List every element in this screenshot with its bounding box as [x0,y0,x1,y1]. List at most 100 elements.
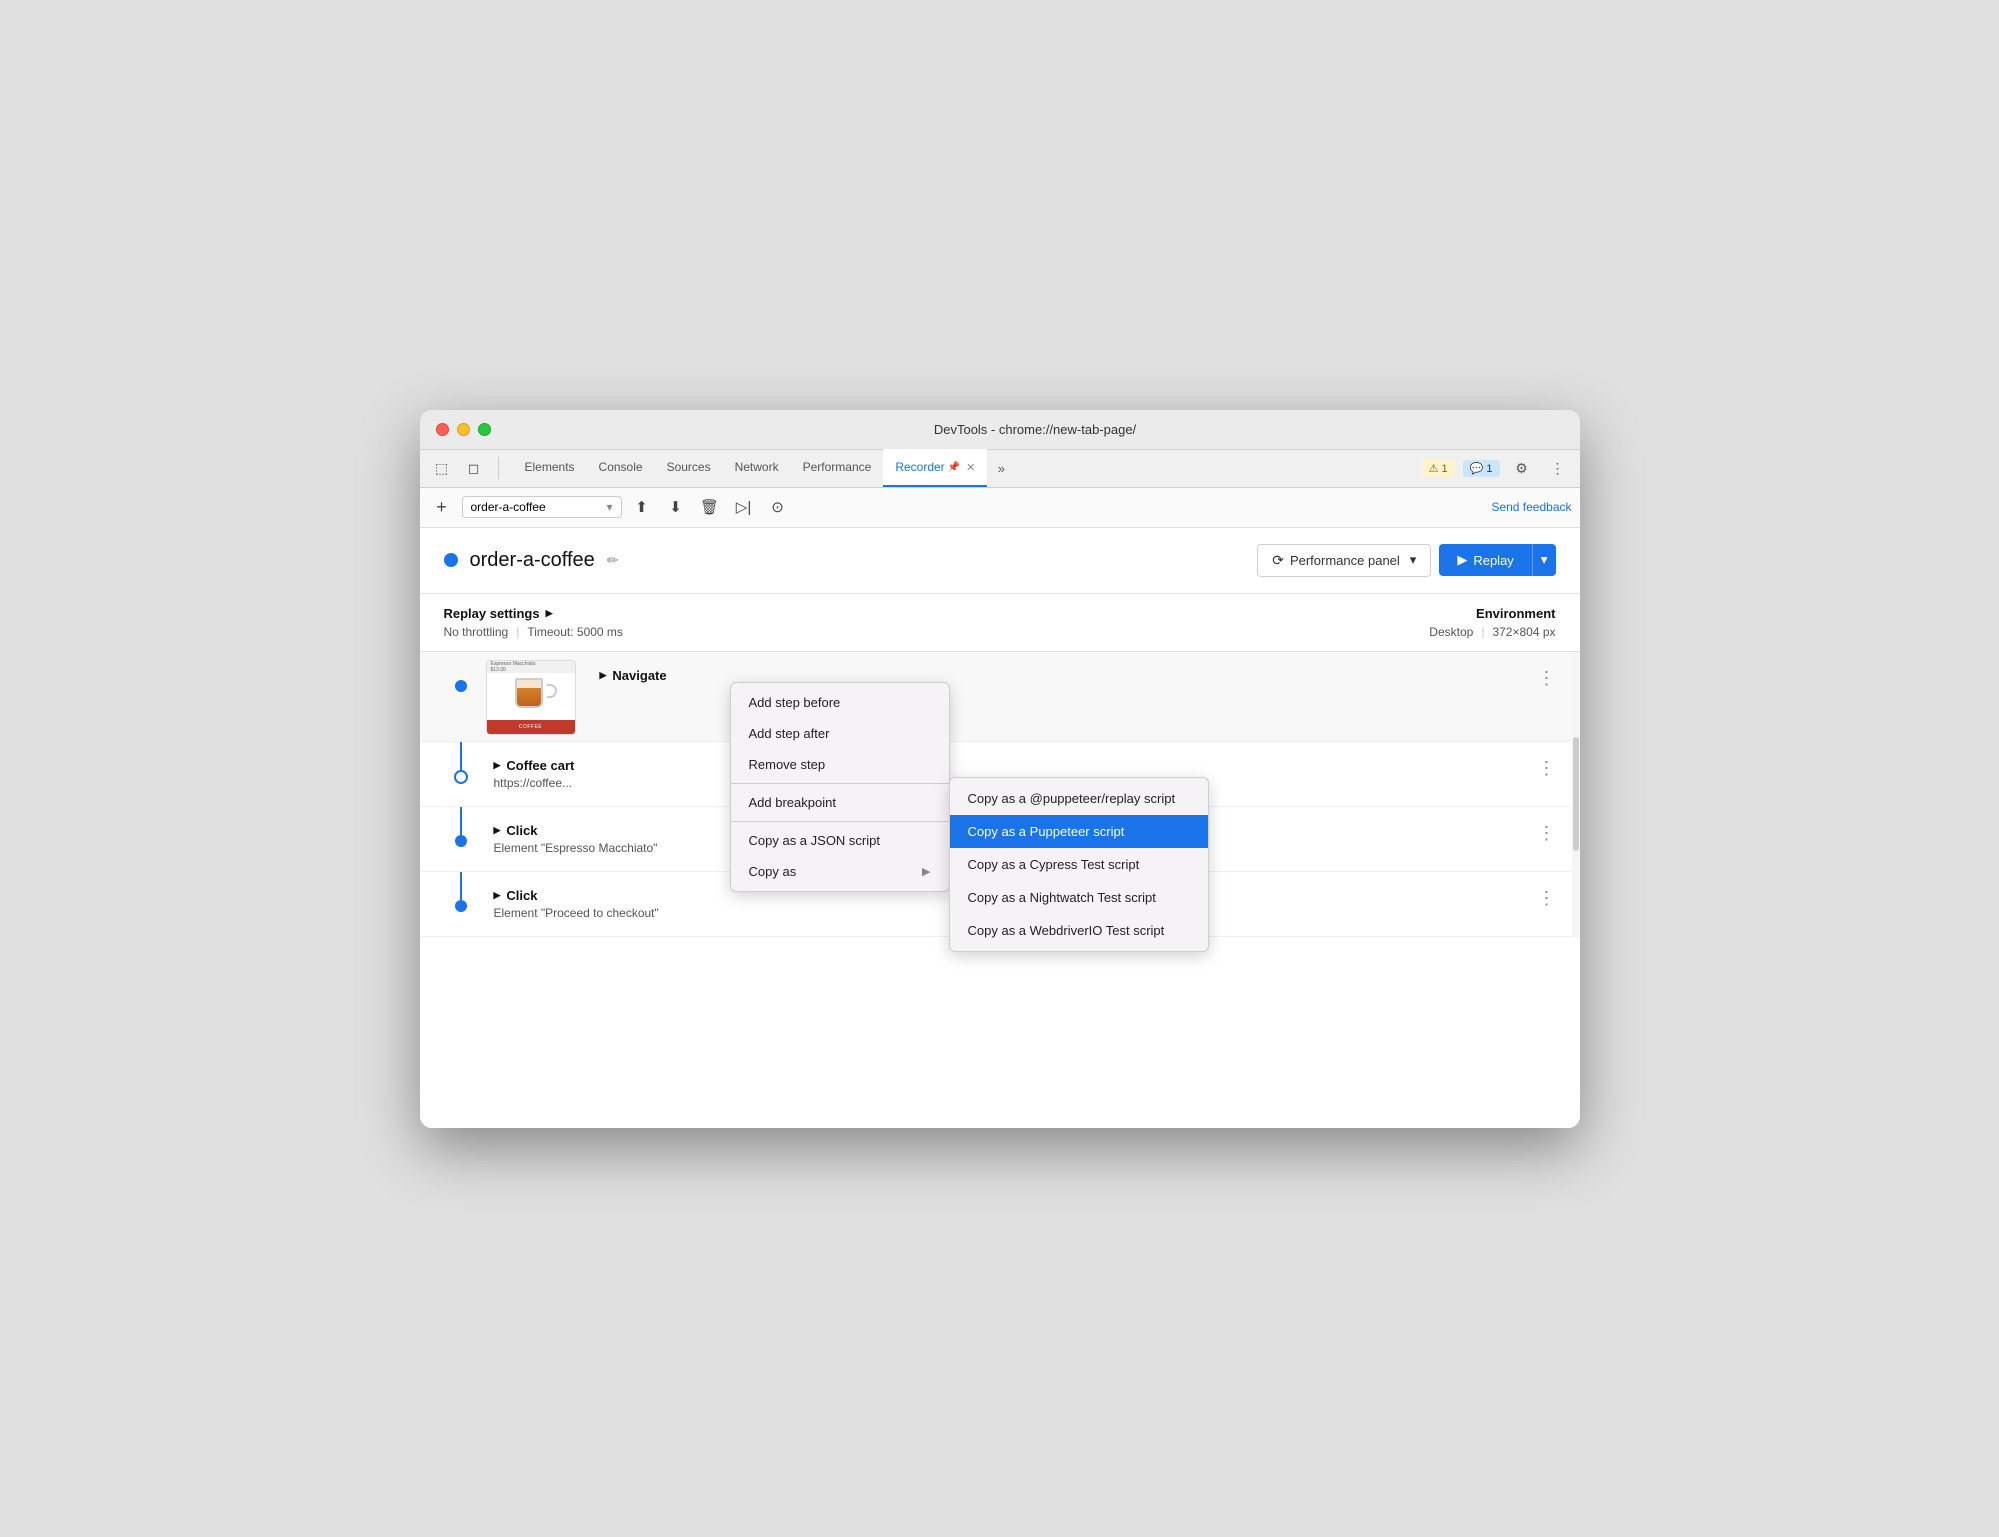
tab-network[interactable]: Network [723,449,791,487]
submenu-arrow-icon: ▶ [922,865,930,878]
ctx-copy-as[interactable]: Copy as ▶ [731,856,949,887]
tab-elements[interactable]: Elements [513,449,587,487]
header-actions: ⟳ Performance panel ▾ ▶ Replay ▾ [1257,544,1555,577]
recording-name-label: order-a-coffee [471,500,546,514]
recording-selector[interactable]: order-a-coffee ▾ [462,496,622,518]
replay-settings-title[interactable]: Replay settings ▶ [444,606,1430,621]
devtools-window: DevTools - chrome://new-tab-page/ ⬚ ◻ El… [420,410,1580,1128]
replay-play-icon: ▶ [1457,552,1467,568]
tab-sources[interactable]: Sources [655,449,723,487]
tab-performance[interactable]: Performance [791,449,884,487]
step-more-menu-btn-4[interactable]: ⋮ [1530,884,1564,913]
tab-bar-icons: ⬚ ◻ [428,454,505,482]
play-icon[interactable]: ▷| [730,493,758,521]
settings-expand-icon: ▶ [546,608,553,619]
maximize-button[interactable] [478,423,491,436]
recording-title: order-a-coffee [470,549,595,572]
more-tabs-icon[interactable]: » [987,454,1015,482]
replay-btn-group: ▶ Replay ▾ [1439,544,1555,576]
ctx-divider-1 [731,783,949,784]
add-recording-button[interactable]: + [428,493,456,521]
timeline-dot-navigate [455,680,467,692]
scrollbar[interactable] [1572,652,1580,937]
submenu-webdriverio[interactable]: Copy as a WebdriverIO Test script [950,914,1208,947]
perf-panel-dropdown-icon: ▾ [1410,552,1417,568]
timeline-dot-click-checkout [455,900,467,912]
timeline-dot-click-espresso [455,835,467,847]
ctx-add-breakpoint[interactable]: Add breakpoint [731,787,949,818]
timeline-line-top [460,807,462,835]
timeline-line-top [460,742,462,770]
screenshot-body [487,673,575,720]
window-title: DevTools - chrome://new-tab-page/ [507,422,1564,437]
step-more-menu-btn[interactable]: ⋮ [1530,664,1564,693]
info-badge[interactable]: 💬 1 [1463,460,1500,477]
context-menu: Add step before Add step after Remove st… [730,682,950,892]
step-timeline-coffee-cart [436,742,486,784]
minimize-button[interactable] [457,423,470,436]
step-expand-icon: ▶ [494,890,501,901]
tab-divider [498,457,499,479]
screenshot-price: Espresso Macchiato$13.00 [491,661,536,673]
performance-panel-button[interactable]: ⟳ Performance panel ▾ [1257,544,1431,577]
settings-left: Replay settings ▶ No throttling | Timeou… [444,606,1430,639]
scrollbar-thumb[interactable] [1573,737,1579,851]
tab-recorder[interactable]: Recorder 📌 ✕ [883,449,987,487]
step-label-coffee-cart[interactable]: ▶ Coffee cart [494,758,1522,773]
step-row-navigate: Espresso Macchiato$13.00 [420,652,1580,742]
submenu-nightwatch[interactable]: Copy as a Nightwatch Test script [950,881,1208,914]
step-label-navigate[interactable]: ▶ Navigate [600,668,1522,683]
submenu-copy-as: Copy as a @puppeteer/replay script Copy … [949,777,1209,952]
settings-details: No throttling | Timeout: 5000 ms [444,625,1430,639]
title-bar: DevTools - chrome://new-tab-page/ [420,410,1580,450]
device-icon[interactable]: ◻ [460,454,488,482]
tab-close-icon[interactable]: ✕ [966,461,975,474]
settings-icon[interactable]: ⚙ [1508,454,1536,482]
tab-console[interactable]: Console [587,449,655,487]
export-icon[interactable]: ⬆ [628,493,656,521]
step-more-menu-btn-2[interactable]: ⋮ [1530,754,1564,783]
ctx-add-step-before[interactable]: Add step before [731,687,949,718]
send-feedback-link[interactable]: Send feedback [1491,500,1571,514]
step-timeline-click-checkout [436,872,486,912]
submenu-puppeteer[interactable]: Copy as a Puppeteer script [950,815,1208,848]
recorder-pin-icon: 📌 [948,462,960,473]
toolbar-actions: ⬆ ⬇ 🗑 ▷| ⊙ [628,493,792,521]
recording-status-dot [444,553,458,567]
ctx-copy-json[interactable]: Copy as a JSON script [731,825,949,856]
step-expand-icon: ▶ [494,760,501,771]
traffic-lights [436,423,491,436]
tab-bar: ⬚ ◻ Elements Console Sources Network P [420,450,1580,488]
dropdown-chevron-icon: ▾ [606,500,612,514]
settings-right: Environment Desktop | 372×804 px [1429,606,1555,639]
inspect-icon[interactable]: ⬚ [428,454,456,482]
replay-button[interactable]: ▶ Replay [1439,544,1531,576]
step-timeline-click-espresso [436,807,486,847]
env-details: Desktop | 372×804 px [1429,625,1555,639]
delete-icon[interactable]: 🗑 [696,493,724,521]
tab-overflow: ⚠ 1 💬 1 ⚙ ⋮ [1422,454,1572,482]
tabs: Elements Console Sources Network Perform… [513,449,1422,487]
warn-badge[interactable]: ⚠ 1 [1422,460,1455,477]
edit-title-icon[interactable]: ✏ [607,552,619,569]
replay-dropdown-button[interactable]: ▾ [1532,544,1556,576]
record-icon[interactable]: ⊙ [764,493,792,521]
submenu-cypress[interactable]: Copy as a Cypress Test script [950,848,1208,881]
timeline-dot-coffee-cart [454,770,468,784]
toolbar: + order-a-coffee ▾ ⬆ ⬇ 🗑 ▷| ⊙ Send feedb… [420,488,1580,528]
timeline-line-top [460,872,462,900]
step-expand-icon: ▶ [494,825,501,836]
step-more-menu-btn-3[interactable]: ⋮ [1530,819,1564,848]
recording-header: order-a-coffee ✏ ⟳ Performance panel ▾ ▶… [420,528,1580,594]
close-button[interactable] [436,423,449,436]
import-icon[interactable]: ⬇ [662,493,690,521]
more-options-icon[interactable]: ⋮ [1544,454,1572,482]
screenshot-thumb: Espresso Macchiato$13.00 [486,660,576,735]
ctx-remove-step[interactable]: Remove step [731,749,949,780]
devtools-body: ⬚ ◻ Elements Console Sources Network P [420,450,1580,1128]
ctx-add-step-after[interactable]: Add step after [731,718,949,749]
step-expand-icon: ▶ [600,670,607,681]
ctx-divider-2 [731,821,949,822]
coffee-mug-image [515,678,547,714]
submenu-puppeteer-replay[interactable]: Copy as a @puppeteer/replay script [950,782,1208,815]
